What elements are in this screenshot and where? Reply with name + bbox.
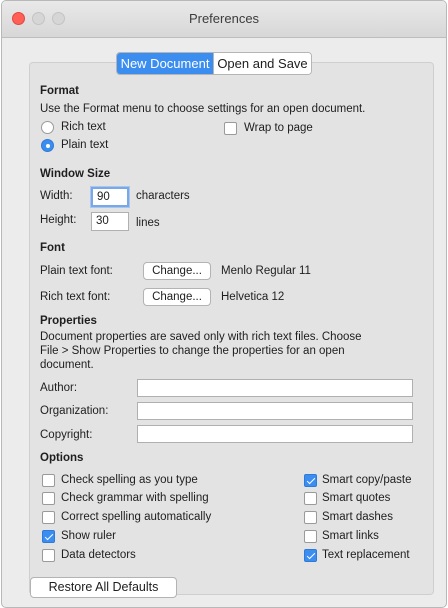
font-heading: Font — [40, 242, 65, 254]
rich-font-change-button[interactable]: Change... — [143, 288, 211, 306]
height-label: Height: — [40, 214, 77, 226]
rich-font-value: Helvetica 12 — [221, 291, 285, 303]
plain-font-change-button[interactable]: Change... — [143, 262, 211, 280]
rich-text-font-label: Rich text font: — [40, 291, 111, 303]
tab-new-document[interactable]: New Document — [117, 53, 213, 74]
text-replacement-checkbox[interactable] — [304, 549, 317, 562]
author-field[interactable] — [137, 379, 413, 397]
smart-links-checkbox[interactable] — [304, 530, 317, 543]
smart-dashes-checkbox[interactable] — [304, 511, 317, 524]
window-title: Preferences — [188, 11, 260, 26]
plain-font-value: Menlo Regular 11 — [221, 265, 311, 277]
properties-heading: Properties — [40, 315, 97, 327]
format-heading: Format — [40, 85, 79, 97]
window-size-heading: Window Size — [40, 168, 111, 180]
check-spelling-label[interactable]: Check spelling as you type — [61, 474, 198, 486]
show-ruler-label[interactable]: Show ruler — [61, 530, 116, 542]
organization-field[interactable] — [137, 402, 413, 420]
height-unit-label: lines — [136, 217, 160, 229]
wrap-to-page-checkbox[interactable] — [224, 122, 237, 135]
properties-description-line2: File > Show Properties to change the pro… — [40, 345, 345, 357]
title-bar[interactable]: Preferences — [2, 1, 446, 38]
check-spelling-checkbox[interactable] — [42, 474, 55, 487]
options-heading: Options — [40, 452, 84, 464]
smart-quotes-checkbox[interactable] — [304, 492, 317, 505]
check-grammar-checkbox[interactable] — [42, 492, 55, 505]
rich-text-radio[interactable] — [41, 121, 54, 134]
wrap-to-page-label[interactable]: Wrap to page — [244, 122, 313, 134]
check-grammar-label[interactable]: Check grammar with spelling — [61, 492, 209, 504]
organization-label: Organization: — [40, 405, 109, 417]
data-detectors-label[interactable]: Data detectors — [61, 549, 136, 561]
tab-open-and-save[interactable]: Open and Save — [213, 53, 311, 74]
width-label: Width: — [40, 190, 73, 202]
width-field[interactable]: 90 — [91, 187, 129, 207]
plain-text-label[interactable]: Plain text — [61, 139, 108, 151]
smart-copy-paste-checkbox[interactable] — [304, 474, 317, 487]
smart-quotes-label[interactable]: Smart quotes — [322, 492, 390, 504]
format-description: Use the Format menu to choose settings f… — [40, 103, 366, 115]
correct-spelling-label[interactable]: Correct spelling automatically — [61, 511, 211, 523]
show-ruler-checkbox[interactable] — [42, 530, 55, 543]
restore-all-defaults-button[interactable]: Restore All Defaults — [30, 577, 177, 598]
rich-text-label[interactable]: Rich text — [61, 121, 106, 133]
plain-text-font-label: Plain text font: — [40, 265, 113, 277]
plain-text-radio[interactable] — [41, 139, 54, 152]
text-replacement-label[interactable]: Text replacement — [322, 549, 410, 561]
tab-bar: New Document Open and Save — [116, 52, 312, 75]
properties-description-line3: document. — [40, 359, 94, 371]
smart-dashes-label[interactable]: Smart dashes — [322, 511, 393, 523]
smart-copy-paste-label[interactable]: Smart copy/paste — [322, 474, 411, 486]
copyright-field[interactable] — [137, 425, 413, 443]
author-label: Author: — [40, 382, 78, 394]
smart-links-label[interactable]: Smart links — [322, 530, 379, 542]
height-field[interactable]: 30 — [91, 212, 129, 231]
data-detectors-checkbox[interactable] — [42, 549, 55, 562]
width-unit-label: characters — [136, 190, 190, 202]
settings-panel: Format Use the Format menu to choose set… — [29, 62, 434, 595]
properties-description-line1: Document properties are saved only with … — [40, 331, 362, 343]
copyright-label: Copyright: — [40, 429, 93, 441]
preferences-window: Preferences Format Use the Format menu t… — [1, 0, 447, 608]
correct-spelling-checkbox[interactable] — [42, 511, 55, 524]
